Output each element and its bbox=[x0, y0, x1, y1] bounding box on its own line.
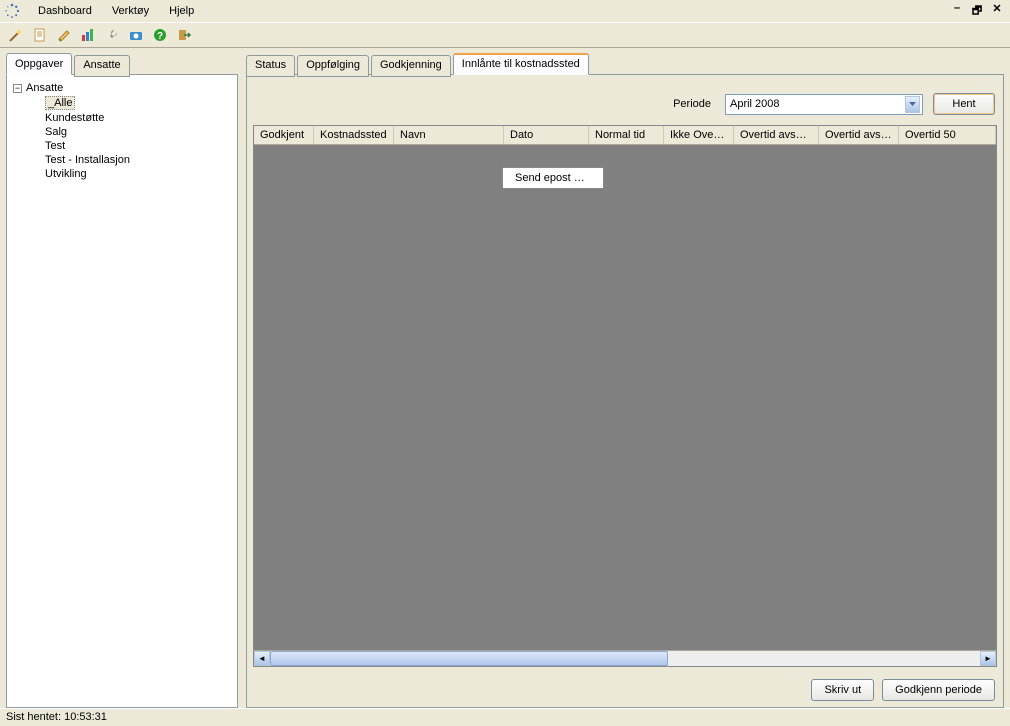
col-overtid-50[interactable]: Overtid 50 bbox=[899, 126, 996, 144]
period-combo[interactable]: April 2008 bbox=[725, 94, 923, 115]
col-dato[interactable]: Dato bbox=[504, 126, 589, 144]
scroll-left-icon[interactable]: ◄ bbox=[254, 651, 270, 666]
print-button[interactable]: Skriv ut bbox=[811, 679, 874, 701]
approve-period-button[interactable]: Godkjenn periode bbox=[882, 679, 995, 701]
minimize-icon[interactable]: – bbox=[950, 2, 964, 21]
window-controls: – 🗗 ✕ bbox=[950, 2, 1010, 21]
tree-item-alle[interactable]: _Alle bbox=[43, 95, 233, 111]
tree-item-salg[interactable]: Salg bbox=[43, 125, 233, 139]
grid-header: Godkjent Kostnadssted Navn Dato Normal t… bbox=[254, 126, 996, 145]
period-label: Periode bbox=[673, 98, 711, 110]
fetch-button[interactable]: Hent bbox=[933, 93, 995, 115]
tool-edit-icon[interactable] bbox=[54, 25, 74, 45]
col-kostnadssted[interactable]: Kostnadssted bbox=[314, 126, 394, 144]
tree-item-kundestotte[interactable]: Kundestøtte bbox=[43, 111, 233, 125]
tree-item-utvikling[interactable]: Utvikling bbox=[43, 167, 233, 181]
menu-tools[interactable]: Verktøy bbox=[102, 2, 159, 20]
right-tab-strip: Status Oppfølging Godkjenning Innlånte t… bbox=[246, 53, 1004, 75]
tree-item-test-install[interactable]: Test - Installasjon bbox=[43, 153, 233, 167]
main-split: Oppgaver Ansatte − Ansatte _Alle Kundest… bbox=[0, 48, 1010, 708]
grid-body[interactable]: Send epost … bbox=[254, 145, 996, 650]
tool-bars-icon[interactable] bbox=[78, 25, 98, 45]
period-combo-value: April 2008 bbox=[730, 98, 780, 110]
tree-item-label: Kundestøtte bbox=[45, 112, 104, 124]
tree-item-label: _Alle bbox=[45, 96, 75, 110]
scroll-track[interactable] bbox=[270, 651, 980, 666]
tab-oppfolging[interactable]: Oppfølging bbox=[297, 55, 369, 77]
tool-help-icon[interactable]: ? bbox=[150, 25, 170, 45]
right-tab-panel: Periode April 2008 Hent Godkjent Kostnad… bbox=[246, 74, 1004, 708]
tree-item-label: Salg bbox=[45, 126, 67, 138]
scroll-thumb[interactable] bbox=[270, 651, 668, 666]
menubar: Dashboard Verktøy Hjelp – 🗗 ✕ bbox=[0, 0, 1010, 22]
menu-dashboard[interactable]: Dashboard bbox=[28, 2, 102, 20]
tab-status[interactable]: Status bbox=[246, 55, 295, 77]
tree-root[interactable]: − Ansatte bbox=[11, 81, 233, 95]
col-overtid-avspas-5[interactable]: Overtid avspas. 5 bbox=[734, 126, 819, 144]
col-normaltid[interactable]: Normal tid bbox=[589, 126, 664, 144]
employee-tree: − Ansatte _Alle Kundestøtte Salg Test Te… bbox=[9, 77, 235, 185]
close-icon[interactable]: ✕ bbox=[990, 2, 1004, 21]
status-text: Sist hentet: 10:53:31 bbox=[6, 711, 107, 723]
grid: Godkjent Kostnadssted Navn Dato Normal t… bbox=[253, 125, 997, 667]
menu-help[interactable]: Hjelp bbox=[159, 2, 204, 20]
horizontal-scrollbar[interactable]: ◄ ► bbox=[254, 650, 996, 666]
tree-item-label: Utvikling bbox=[45, 168, 87, 180]
svg-text:?: ? bbox=[157, 31, 163, 42]
tool-wrench-icon[interactable] bbox=[102, 25, 122, 45]
tree-item-label: Test bbox=[45, 140, 65, 152]
right-pane: Status Oppfølging Godkjenning Innlånte t… bbox=[242, 48, 1010, 708]
context-menu-send-epost[interactable]: Send epost … bbox=[502, 167, 604, 189]
scroll-right-icon[interactable]: ► bbox=[980, 651, 996, 666]
toolbar: ? bbox=[0, 22, 1010, 48]
left-tab-panel: − Ansatte _Alle Kundestøtte Salg Test Te… bbox=[6, 74, 238, 708]
left-tab-strip: Oppgaver Ansatte bbox=[6, 53, 238, 75]
tab-oppgaver[interactable]: Oppgaver bbox=[6, 53, 72, 75]
tree-item-label: Test - Installasjon bbox=[45, 154, 130, 166]
col-overtid-avspas[interactable]: Overtid avspas. bbox=[819, 126, 899, 144]
tool-camera-icon[interactable] bbox=[126, 25, 146, 45]
tab-innlante[interactable]: Innlånte til kostnadssted bbox=[453, 53, 589, 75]
col-navn[interactable]: Navn bbox=[394, 126, 504, 144]
col-godkjent[interactable]: Godkjent bbox=[254, 126, 314, 144]
restore-icon[interactable]: 🗗 bbox=[970, 2, 984, 21]
left-pane: Oppgaver Ansatte − Ansatte _Alle Kundest… bbox=[0, 48, 242, 708]
bottom-button-row: Skriv ut Godkjenn periode bbox=[247, 671, 1003, 707]
tool-exit-icon[interactable] bbox=[174, 25, 194, 45]
tool-document-icon[interactable] bbox=[30, 25, 50, 45]
tab-ansatte[interactable]: Ansatte bbox=[74, 55, 129, 77]
col-ikkeovertid[interactable]: Ikke Overtid bbox=[664, 126, 734, 144]
period-row: Periode April 2008 Hent bbox=[247, 75, 1003, 125]
status-bar: Sist hentet: 10:53:31 bbox=[0, 708, 1010, 726]
chevron-down-icon[interactable] bbox=[905, 96, 920, 113]
tab-godkjenning[interactable]: Godkjenning bbox=[371, 55, 451, 77]
tool-wand-icon[interactable] bbox=[6, 25, 26, 45]
tree-root-label: Ansatte bbox=[26, 82, 63, 94]
app-spinner-icon bbox=[4, 3, 20, 19]
collapse-icon[interactable]: − bbox=[13, 84, 22, 93]
tree-item-test[interactable]: Test bbox=[43, 139, 233, 153]
